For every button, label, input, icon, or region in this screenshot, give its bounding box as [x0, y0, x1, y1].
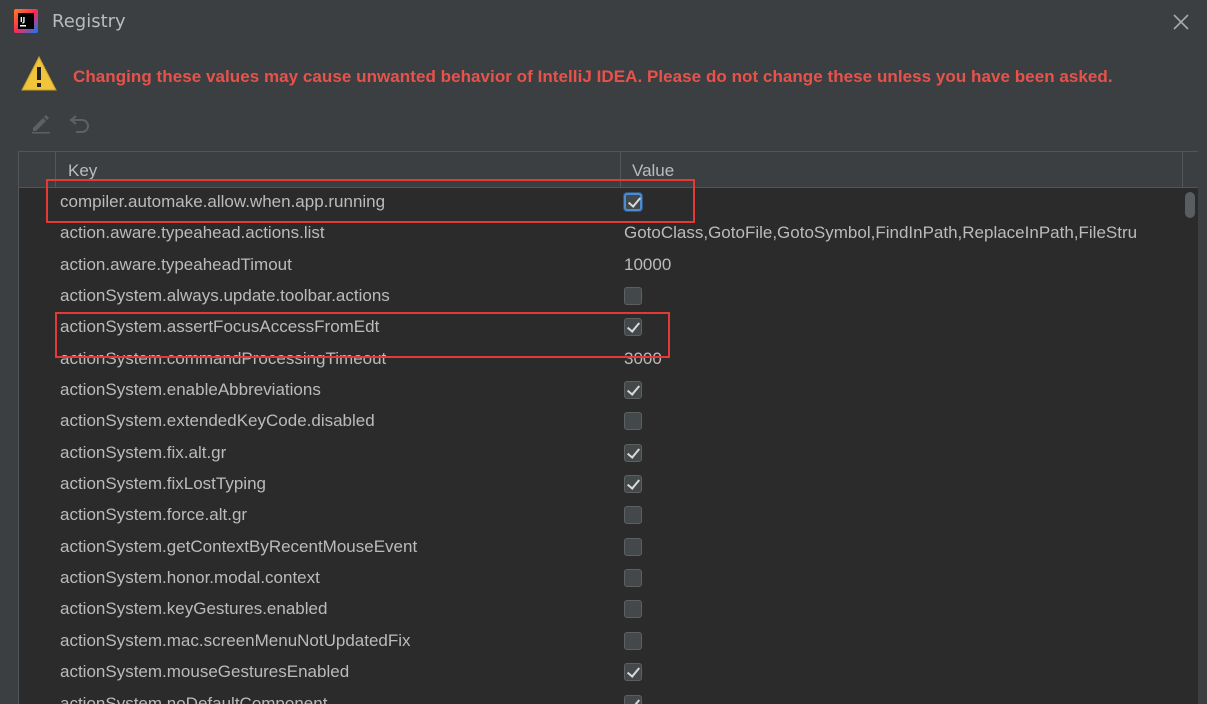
- column-separator[interactable]: [620, 152, 621, 187]
- table-row[interactable]: actionSystem.mac.screenMenuNotUpdatedFix: [19, 627, 1183, 658]
- edit-pencil-icon[interactable]: [29, 111, 53, 135]
- table-row[interactable]: compiler.automake.allow.when.app.running: [19, 188, 1183, 219]
- registry-key: actionSystem.fix.alt.gr: [60, 442, 227, 462]
- value-checkbox[interactable]: [624, 694, 642, 704]
- table-header: Key Value: [19, 152, 1198, 188]
- close-icon[interactable]: [1168, 9, 1194, 35]
- table-row[interactable]: action.aware.typeahead.actions.list GotoC…: [19, 219, 1183, 250]
- column-header-key[interactable]: Key: [68, 161, 97, 181]
- table-row[interactable]: action.aware.typeaheadTimout 10000: [19, 251, 1183, 282]
- registry-key: action.aware.typeahead.actions.list: [60, 223, 325, 243]
- column-separator-right: [1182, 152, 1183, 187]
- window-title: Registry: [52, 11, 126, 32]
- value-checkbox[interactable]: [624, 663, 642, 682]
- table-row[interactable]: actionSystem.mouseGesturesEnabled: [19, 658, 1183, 689]
- value-checkbox[interactable]: [624, 631, 642, 650]
- value-checkbox[interactable]: [624, 318, 642, 337]
- value-checkbox[interactable]: [624, 287, 642, 306]
- value-checkbox[interactable]: [624, 506, 642, 525]
- registry-key: actionSystem.fixLostTyping: [60, 474, 266, 494]
- table-row[interactable]: actionSystem.noDefaultComponent: [19, 690, 1183, 704]
- registry-key: actionSystem.getContextByRecentMouseEven…: [60, 536, 418, 556]
- table-row[interactable]: actionSystem.assertFocusAccessFromEdt: [19, 313, 1183, 344]
- column-header-value[interactable]: Value: [632, 161, 674, 181]
- registry-key: actionSystem.extendedKeyCode.disabled: [60, 411, 375, 431]
- value-checkbox[interactable]: [624, 193, 642, 211]
- table-body: compiler.automake.allow.when.app.running…: [19, 188, 1183, 704]
- intellij-idea-icon: IJ: [14, 9, 38, 33]
- registry-key: actionSystem.always.update.toolbar.actio…: [60, 286, 390, 306]
- value-checkbox[interactable]: [624, 569, 642, 588]
- registry-key: actionSystem.enableAbbreviations: [60, 380, 321, 400]
- table-row[interactable]: actionSystem.getContextByRecentMouseEven…: [19, 533, 1183, 564]
- table-row[interactable]: actionSystem.force.alt.gr: [19, 501, 1183, 532]
- value-checkbox[interactable]: [624, 412, 642, 431]
- table-row[interactable]: actionSystem.keyGestures.enabled: [19, 595, 1183, 626]
- registry-key: actionSystem.keyGestures.enabled: [60, 599, 328, 619]
- registry-key: actionSystem.noDefaultComponent: [60, 693, 328, 704]
- revert-icon[interactable]: [68, 111, 92, 135]
- warning-message: Changing these values may cause unwanted…: [73, 67, 1113, 86]
- table-row[interactable]: actionSystem.commandProcessingTimeout 300…: [19, 345, 1183, 376]
- table-row[interactable]: actionSystem.honor.modal.context: [19, 564, 1183, 595]
- registry-key: actionSystem.force.alt.gr: [60, 505, 248, 525]
- table-row[interactable]: actionSystem.fix.alt.gr: [19, 439, 1183, 470]
- registry-table: Key Value compiler.automake.allow.when.a…: [18, 151, 1198, 704]
- svg-text:IJ: IJ: [20, 16, 25, 24]
- registry-key: compiler.automake.allow.when.app.running: [60, 192, 386, 211]
- registry-dialog: IJ Registry Changing these values may ca…: [0, 0, 1207, 704]
- table-row[interactable]: actionSystem.enableAbbreviations: [19, 376, 1183, 407]
- value-checkbox[interactable]: [624, 381, 642, 400]
- title-bar: IJ Registry: [0, 0, 1207, 44]
- value-checkbox[interactable]: [624, 443, 642, 462]
- registry-key: actionSystem.honor.modal.context: [60, 568, 320, 588]
- registry-value[interactable]: 10000: [624, 255, 1181, 275]
- vertical-scrollbar[interactable]: [1183, 188, 1198, 704]
- registry-key: actionSystem.mac.screenMenuNotUpdatedFix: [60, 630, 411, 650]
- table-row[interactable]: actionSystem.extendedKeyCode.disabled: [19, 407, 1183, 438]
- registry-key: actionSystem.assertFocusAccessFromEdt: [60, 317, 380, 337]
- registry-value[interactable]: 3000: [624, 349, 1181, 369]
- registry-key: actionSystem.mouseGesturesEnabled: [60, 662, 350, 682]
- registry-value[interactable]: GotoClass,GotoFile,GotoSymbol,FindInPath…: [624, 223, 1181, 243]
- scrollbar-thumb[interactable]: [1185, 192, 1195, 218]
- table-row[interactable]: actionSystem.always.update.toolbar.actio…: [19, 282, 1183, 313]
- value-checkbox[interactable]: [624, 537, 642, 556]
- header-gutter: [19, 152, 56, 187]
- registry-key: actionSystem.commandProcessingTimeout: [60, 348, 387, 368]
- value-checkbox[interactable]: [624, 475, 642, 494]
- value-checkbox[interactable]: [624, 600, 642, 619]
- registry-key: action.aware.typeaheadTimout: [60, 254, 292, 274]
- table-row[interactable]: actionSystem.fixLostTyping: [19, 470, 1183, 501]
- warning-triangle-icon: [21, 55, 57, 91]
